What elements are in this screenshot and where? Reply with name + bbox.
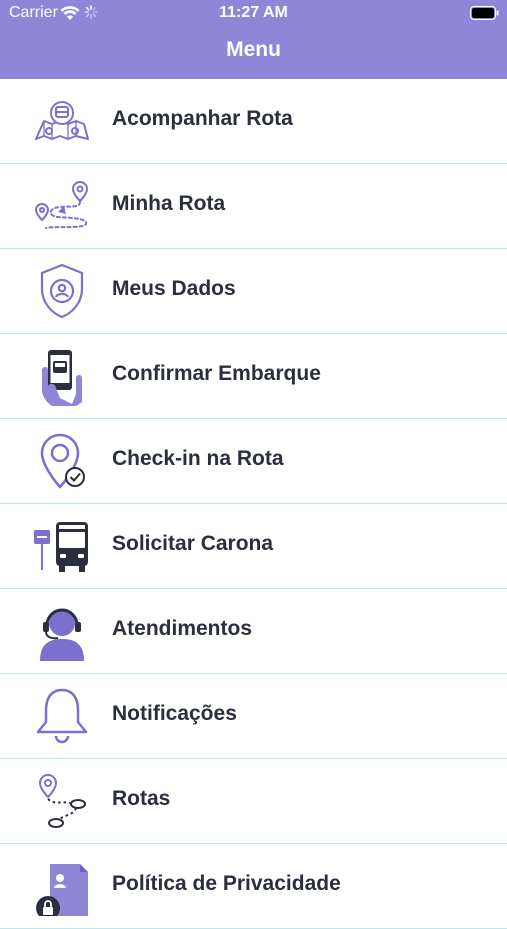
menu-list: Acompanhar Rota Minha Rota Meus Dados Co… (0, 79, 507, 929)
status-bar: Carrier 11:27 AM (0, 0, 507, 28)
menu-item-meus-dados[interactable]: Meus Dados (0, 249, 507, 334)
menu-item-politica-de-privacidade[interactable]: Política de Privacidade (0, 844, 507, 929)
menu-item-label: Rotas (112, 787, 171, 810)
menu-item-label: Solicitar Carona (112, 532, 274, 555)
bus-stop-icon (30, 516, 94, 576)
menu-item-label: Atendimentos (112, 617, 253, 640)
menu-item-minha-rota[interactable]: Minha Rota (0, 164, 507, 249)
navigation-bar: Carrier 11:27 AM Menu (0, 0, 507, 79)
battery-icon (470, 6, 500, 25)
menu-item-label: Meus Dados (112, 277, 236, 300)
bell-icon (30, 686, 94, 746)
menu-item-solicitar-carona[interactable]: Solicitar Carona (0, 504, 507, 589)
menu-item-label: Confirmar Embarque (112, 362, 321, 385)
phone-bus-icon (30, 346, 94, 406)
menu-item-label: Check-in na Rota (112, 447, 284, 470)
route-path-icon (30, 176, 94, 236)
menu-item-check-in-na-rota[interactable]: Check-in na Rota (0, 419, 507, 504)
menu-item-atendimentos[interactable]: Atendimentos (0, 589, 507, 674)
menu-item-label: Notificações (112, 702, 237, 725)
headset-agent-icon (30, 601, 94, 661)
menu-item-label: Política de Privacidade (112, 872, 341, 895)
location-check-icon (30, 431, 94, 491)
routes-pin-icon (30, 771, 94, 831)
privacy-document-icon (30, 856, 94, 920)
menu-item-label: Minha Rota (112, 192, 226, 215)
status-time: 11:27 AM (219, 4, 288, 21)
menu-item-notificacoes[interactable]: Notificações (0, 674, 507, 759)
menu-item-label: Acompanhar Rota (112, 107, 293, 130)
menu-item-confirmar-embarque[interactable]: Confirmar Embarque (0, 334, 507, 419)
user-shield-icon (30, 261, 94, 321)
menu-item-rotas[interactable]: Rotas (0, 759, 507, 844)
menu-item-acompanhar-rota[interactable]: Acompanhar Rota (0, 79, 507, 164)
page-title: Menu (226, 38, 281, 61)
map-route-icon (30, 91, 94, 151)
